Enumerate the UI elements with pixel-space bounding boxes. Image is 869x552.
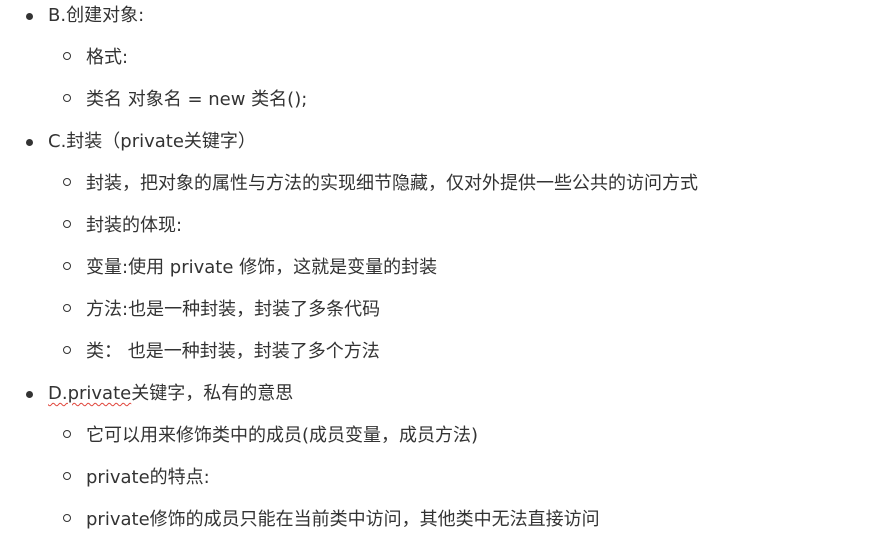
bullet-circle — [63, 220, 71, 228]
bullet-circle — [63, 346, 71, 354]
bullet-disc — [26, 13, 33, 20]
section-title-b: B.创建对象: — [48, 5, 145, 26]
bullet-disc — [26, 139, 33, 146]
bullet-circle — [63, 262, 71, 270]
bullet-circle — [63, 178, 71, 186]
section-title-d: D.private关键字，私有的意思 — [48, 380, 293, 408]
list-item: 格式: — [86, 47, 129, 68]
section-title-c: C.封装（private关键字） — [48, 131, 256, 152]
list-item: 变量:使用 private 修饰，这就是变量的封装 — [86, 257, 438, 278]
spellcheck-word: D.private — [48, 383, 132, 404]
list-item: 类名 对象名 = new 类名(); — [86, 89, 308, 110]
list-item: 封装的体现: — [86, 215, 183, 236]
bullet-circle — [63, 94, 71, 102]
bullet-circle — [63, 514, 71, 522]
document-body: B.创建对象: 格式: 类名 对象名 = new 类名(); C.封装（priv… — [0, 0, 869, 552]
bullet-circle — [63, 430, 71, 438]
list-item: 类： 也是一种封装，封装了多个方法 — [86, 341, 380, 362]
list-item: private修饰的成员只能在当前类中访问，其他类中无法直接访问 — [86, 509, 600, 530]
bullet-disc — [26, 391, 33, 398]
list-item: private的特点: — [86, 467, 210, 488]
section-title-d-rest: 关键字，私有的意思 — [131, 383, 294, 404]
bullet-circle — [63, 52, 71, 60]
bullet-circle — [63, 304, 71, 312]
list-item: 它可以用来修饰类中的成员(成员变量，成员方法) — [86, 425, 479, 446]
list-item: 封装，把对象的属性与方法的实现细节隐藏，仅对外提供一些公共的访问方式 — [86, 173, 698, 194]
bullet-circle — [63, 472, 71, 480]
list-item: 方法:也是一种封装，封装了多条代码 — [86, 299, 381, 320]
